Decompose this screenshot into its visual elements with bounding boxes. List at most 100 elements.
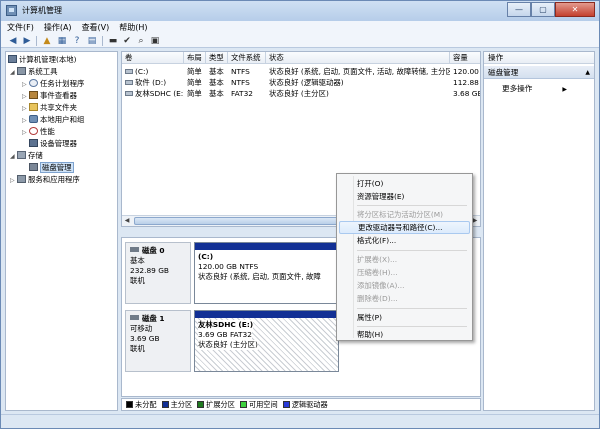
search-icon[interactable]: ⌕ bbox=[135, 35, 147, 47]
more-actions-link[interactable]: 更多操作 ▶ bbox=[502, 83, 567, 96]
actions-header: 操作 bbox=[484, 52, 594, 64]
layout-cell: 简单 bbox=[187, 89, 202, 98]
disk-name-row: 磁盘 0 bbox=[130, 246, 186, 256]
actions-section-disk-management[interactable]: 磁盘管理 ▲ bbox=[484, 66, 594, 79]
close-button[interactable]: ✕ bbox=[555, 2, 595, 17]
tree-label: 事件查看器 bbox=[40, 91, 77, 100]
submenu-arrow-icon: ▶ bbox=[562, 86, 567, 93]
column-header-volume[interactable]: 卷 bbox=[122, 52, 184, 64]
toolbar: ◀ ▶ ▲ ▦ ? ▤ ▬ ✔ ⌕ ▣ bbox=[1, 34, 599, 48]
collapse-icon[interactable]: ◢ bbox=[10, 67, 17, 79]
menu-separator bbox=[357, 326, 467, 327]
legend-unallocated: 未分配 bbox=[126, 400, 157, 410]
tree-item-event-viewer[interactable]: ▷ 事件查看器 bbox=[22, 90, 77, 102]
tree-item-storage[interactable]: ◢ 存储 bbox=[10, 150, 43, 162]
legend-extended: 扩展分区 bbox=[197, 400, 235, 410]
tree-item-device-manager[interactable]: 设备管理器 bbox=[29, 138, 77, 150]
disk-size: 232.89 GB bbox=[130, 266, 170, 275]
disk-type: 基本 bbox=[130, 256, 145, 265]
tree-item-task-scheduler[interactable]: ▷ 任务计划程序 bbox=[22, 78, 84, 90]
menu-item-format[interactable]: 格式化(F)... bbox=[339, 234, 470, 247]
menu-item-open[interactable]: 打开(O) bbox=[339, 177, 470, 190]
column-header-type[interactable]: 类型 bbox=[206, 52, 228, 64]
disk-1-info[interactable]: 磁盘 1 可移动 3.69 GB 联机 bbox=[125, 310, 191, 372]
column-header-capacity[interactable]: 容量 bbox=[450, 52, 480, 64]
services-icon bbox=[17, 175, 26, 183]
menu-help[interactable]: 帮助(H) bbox=[119, 21, 147, 34]
menu-action[interactable]: 操作(A) bbox=[44, 21, 72, 34]
partition-size: 120.00 GB NTFS bbox=[198, 262, 259, 271]
tree-label: 服务和应用程序 bbox=[28, 175, 80, 184]
menu-item-properties[interactable]: 属性(P) bbox=[339, 311, 470, 324]
column-header-status[interactable]: 状态 bbox=[266, 52, 450, 64]
layout-cell: 简单 bbox=[187, 78, 202, 87]
table-row[interactable]: 友林SDHC (E:) 简单 基本 FAT32 状态良好 (主分区) 3.68 … bbox=[122, 88, 480, 99]
disk-state: 联机 bbox=[130, 344, 145, 353]
type-cell: 基本 bbox=[209, 89, 224, 98]
disk-state: 联机 bbox=[130, 276, 145, 285]
expand-icon[interactable]: ▷ bbox=[22, 127, 29, 139]
help-icon[interactable]: ? bbox=[71, 35, 83, 47]
legend-free-space: 可用空间 bbox=[239, 399, 278, 410]
legend-label: 主分区 bbox=[170, 399, 193, 409]
menu-item-shrink-volume: 压缩卷(H)... bbox=[357, 268, 398, 277]
show-tree-icon[interactable]: ▦ bbox=[56, 35, 68, 47]
shared-folder-icon bbox=[29, 103, 38, 111]
table-row[interactable]: 软件 (D:) 简单 基本 NTFS 状态良好 (逻辑驱动器) 112.88 bbox=[122, 77, 480, 88]
menu-item-explorer[interactable]: 资源管理器(E) bbox=[339, 190, 470, 203]
actions-pane: 操作 磁盘管理 ▲ 更多操作 ▶ bbox=[483, 51, 595, 411]
scroll-left-icon[interactable]: ◀ bbox=[122, 216, 132, 226]
legend-label: 逻辑驱动器 bbox=[291, 399, 328, 409]
table-row[interactable]: (C:) 简单 基本 NTFS 状态良好 (系统, 启动, 页面文件, 活动, … bbox=[122, 66, 480, 77]
partition-label: (C:) bbox=[198, 252, 214, 261]
performance-icon bbox=[29, 127, 38, 135]
volume-cell: 软件 (D:) bbox=[122, 77, 184, 88]
status-cell: 状态良好 (逻辑驱动器) bbox=[269, 78, 344, 87]
up-folder-icon[interactable]: ▲ bbox=[41, 35, 53, 47]
expand-icon[interactable]: ▷ bbox=[10, 175, 17, 187]
clock-icon bbox=[29, 79, 38, 87]
status-bar bbox=[1, 414, 599, 428]
maximize-button[interactable]: ▢ bbox=[531, 2, 555, 17]
computer-icon bbox=[8, 55, 17, 63]
toolbar-separator bbox=[36, 36, 37, 46]
partition-c[interactable]: (C:) 120.00 GB NTFS 状态良好 (系统, 启动, 页面文件, … bbox=[194, 242, 339, 304]
properties-icon[interactable]: ▤ bbox=[86, 35, 98, 47]
menu-item-change-drive-letter[interactable]: 更改驱动器号和路径(C)... bbox=[339, 221, 470, 234]
menu-file[interactable]: 文件(F) bbox=[7, 21, 34, 34]
menu-item-help[interactable]: 帮助(H) bbox=[339, 328, 470, 341]
minimize-button[interactable]: — bbox=[507, 2, 531, 17]
column-header-filesystem[interactable]: 文件系统 bbox=[228, 52, 266, 64]
collapse-up-icon[interactable]: ▲ bbox=[585, 66, 590, 79]
tree-item-local-users[interactable]: ▷ 本地用户和组 bbox=[22, 114, 84, 126]
tree-item-shared-folders[interactable]: ▷ 共享文件夹 bbox=[22, 102, 77, 114]
tree-item-services[interactable]: ▷ 服务和应用程序 bbox=[10, 174, 80, 186]
filesystem-cell: FAT32 bbox=[231, 89, 253, 98]
status-cell: 状态良好 (主分区) bbox=[269, 89, 329, 98]
context-menu: 打开(O) 资源管理器(E) 将分区标记为活动分区(M) 更改驱动器号和路径(C… bbox=[336, 173, 473, 341]
collapse-icon[interactable]: ◢ bbox=[10, 151, 17, 163]
disk-name: 磁盘 0 bbox=[142, 246, 165, 255]
column-header-layout[interactable]: 布局 bbox=[184, 52, 206, 64]
type-cell: 基本 bbox=[209, 78, 224, 87]
menu-item-add-mirror: 添加镜像(A)... bbox=[357, 281, 405, 290]
tree-item-performance[interactable]: ▷ 性能 bbox=[22, 126, 55, 138]
device-manager-icon bbox=[29, 139, 38, 147]
tree-item-root[interactable]: 计算机管理(本地) bbox=[8, 54, 77, 66]
disk-name-row: 磁盘 1 bbox=[130, 314, 186, 324]
disk-0-info[interactable]: 磁盘 0 基本 232.89 GB 联机 bbox=[125, 242, 191, 304]
volume-name: 友林SDHC (E:) bbox=[135, 89, 184, 98]
back-arrow-icon[interactable]: ◀ bbox=[7, 35, 19, 47]
legend-label: 可用空间 bbox=[248, 399, 278, 409]
partition-e[interactable]: 友林SDHC (E:) 3.69 GB FAT32 状态良好 (主分区) bbox=[194, 310, 339, 372]
forward-arrow-icon[interactable]: ▶ bbox=[21, 35, 33, 47]
tree-item-system-tools[interactable]: ◢ 系统工具 bbox=[10, 66, 58, 78]
legend-primary: 主分区 bbox=[161, 399, 193, 410]
menu-view[interactable]: 查看(V) bbox=[82, 21, 110, 34]
partition-status: 状态良好 (主分区) bbox=[198, 340, 258, 350]
tree-item-disk-management[interactable]: 磁盘管理 bbox=[29, 162, 74, 174]
disk-icon[interactable]: ▬ bbox=[107, 35, 119, 47]
refresh-icon[interactable]: ▣ bbox=[149, 35, 161, 47]
legend-swatch bbox=[239, 401, 247, 408]
check-disk-icon[interactable]: ✔ bbox=[121, 35, 133, 47]
